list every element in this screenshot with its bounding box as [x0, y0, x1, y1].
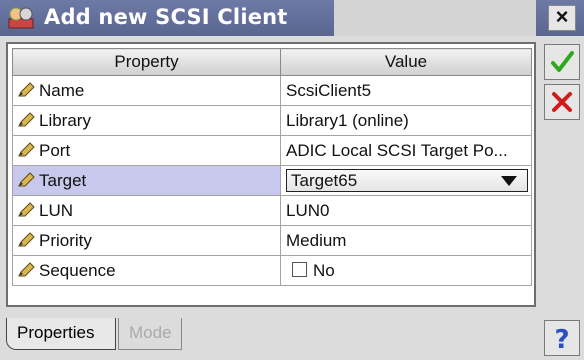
- edit-pencil-icon: [18, 81, 35, 96]
- table-row[interactable]: LUN LUN0: [12, 195, 532, 226]
- value-cell[interactable]: Medium: [280, 225, 532, 256]
- question-mark-icon: ?: [554, 325, 569, 355]
- help-button[interactable]: ?: [544, 320, 580, 356]
- edit-pencil-icon: [18, 141, 35, 156]
- edit-pencil-icon: [18, 261, 35, 276]
- table-row[interactable]: Library Library1 (online): [12, 105, 532, 136]
- property-label: Port: [39, 140, 71, 160]
- svg-text:?: ?: [554, 325, 569, 355]
- scsi-client-icon: [8, 7, 34, 29]
- property-label: Sequence: [39, 260, 116, 280]
- value-cell[interactable]: Library1 (online): [280, 105, 532, 136]
- column-header-property[interactable]: Property: [12, 48, 281, 76]
- table-row[interactable]: Name ScsiClient5: [12, 75, 532, 106]
- table-row[interactable]: Sequence No: [12, 255, 532, 286]
- value-cell[interactable]: ADIC Local SCSI Target Po...: [280, 135, 532, 166]
- table-row[interactable]: Port ADIC Local SCSI Target Po...: [12, 135, 532, 166]
- column-header-value[interactable]: Value: [280, 48, 532, 76]
- property-label: Name: [39, 80, 85, 100]
- close-button[interactable]: ×: [548, 5, 576, 31]
- action-sidebar: ?: [540, 42, 582, 358]
- edit-pencil-icon: [18, 201, 35, 216]
- tab-mode[interactable]: Mode: [118, 318, 182, 350]
- sequence-checkbox-label: No: [313, 260, 335, 280]
- edit-pencil-icon: [18, 111, 35, 126]
- value-cell[interactable]: LUN0: [280, 195, 532, 226]
- property-label: LUN: [39, 200, 74, 220]
- checkmark-icon: [551, 51, 574, 72]
- edit-pencil-icon: [18, 171, 35, 186]
- property-label: Target: [39, 170, 87, 190]
- edit-pencil-icon: [18, 231, 35, 246]
- properties-panel: Property Value Name ScsiClient5 Library …: [6, 42, 536, 307]
- ok-button[interactable]: [544, 44, 580, 80]
- window-title: Add new SCSI Client: [44, 5, 288, 29]
- dropdown-arrow-icon[interactable]: [501, 176, 517, 186]
- target-dropdown-value: Target65: [291, 171, 358, 190]
- title-bar-spacer: [334, 0, 536, 36]
- table-row[interactable]: Priority Medium: [12, 225, 532, 256]
- table-row-selected[interactable]: Target Target65: [12, 165, 532, 196]
- property-label: Priority: [39, 230, 92, 250]
- sequence-checkbox[interactable]: [292, 261, 307, 277]
- target-dropdown[interactable]: Target65: [286, 169, 528, 192]
- cancel-button[interactable]: [544, 84, 580, 120]
- property-label: Library: [39, 110, 91, 130]
- red-x-icon: [552, 92, 572, 112]
- tab-properties[interactable]: Properties: [6, 318, 116, 350]
- property-table: Property Value Name ScsiClient5 Library …: [12, 48, 532, 286]
- value-cell[interactable]: ScsiClient5: [280, 75, 532, 106]
